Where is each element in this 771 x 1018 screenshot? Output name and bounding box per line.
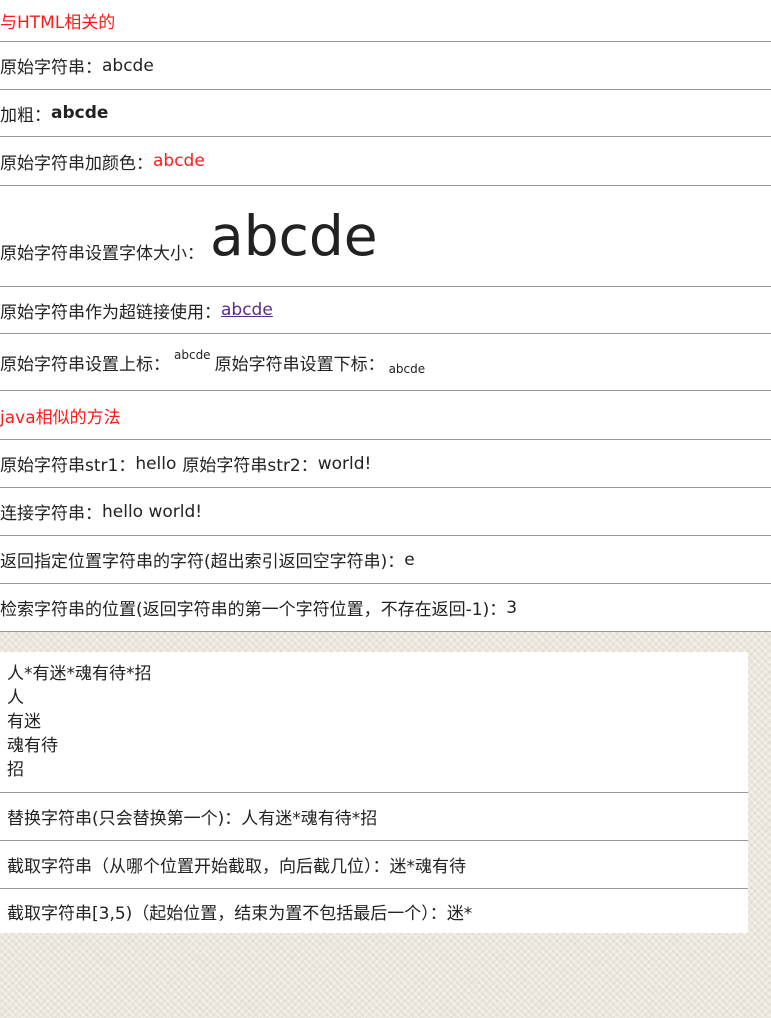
substr-label: 截取字符串（从哪个位置开始截取，向后截几位）：	[7, 857, 390, 877]
str2-value: world!	[317, 453, 372, 474]
bold-row: 加粗： abcde	[0, 90, 771, 137]
abcde-link[interactable]: abcde	[221, 300, 273, 320]
html-section-heading-text: 与HTML相关的	[0, 13, 116, 33]
bold-value: abcde	[51, 103, 109, 123]
sup-value: abcde	[174, 348, 211, 362]
substring-row: 截取字符串[3,5)（起始位置，结束为置不包括最后一个）： 迷*	[0, 889, 748, 933]
replace-label: 替换字符串(只会替换第一个)：	[7, 809, 242, 829]
str2-label: 原始字符串str2：	[182, 456, 318, 476]
sub-label: 原始字符串设置下标：	[214, 354, 385, 375]
color-label: 原始字符串加颜色：	[0, 153, 153, 174]
split-line-original: 人*有迷*魂有待*招	[7, 664, 152, 684]
charat-row: 返回指定位置字符串的字符(超出索引返回空字符串)： e	[0, 536, 771, 584]
font-size-row: 原始字符串设置字体大小： abcde	[0, 186, 771, 287]
java-section-heading: java相似的方法	[0, 391, 771, 440]
concat-label: 连接字符串：	[0, 504, 102, 524]
str1-str2-row: 原始字符串str1： hello 原始字符串str2： world!	[0, 440, 771, 488]
html-section-heading: 与HTML相关的	[0, 0, 771, 42]
split-methods-panel: 人*有迷*魂有待*招 人 有迷 魂有待 招 替换字符串(只会替换第一个)： 人有…	[0, 652, 748, 933]
color-row: 原始字符串加颜色： abcde	[0, 137, 771, 186]
concat-row: 连接字符串： hello world!	[0, 488, 771, 536]
str1-value: hello	[135, 453, 177, 474]
replace-value: 人有迷*魂有待*招	[241, 809, 378, 829]
original-string-value: abcde	[102, 55, 154, 76]
split-line-2: 有迷	[7, 712, 41, 732]
concat-value: hello world!	[102, 501, 203, 522]
font-size-value: abcde	[210, 204, 378, 268]
sup-sub-row: 原始字符串设置上标： abcde 原始字符串设置下标： abcde	[0, 334, 771, 391]
split-line-4: 招	[7, 760, 24, 780]
substring-value: 迷*	[446, 903, 473, 924]
original-string-row: 原始字符串： abcde	[0, 42, 771, 90]
bold-label: 加粗：	[0, 105, 51, 126]
link-label: 原始字符串作为超链接使用：	[0, 302, 221, 323]
color-value: abcde	[153, 151, 205, 171]
indexof-label: 检索字符串的位置(返回字符串的第一个字符位置，不存在返回-1)：	[0, 600, 507, 620]
sup-label: 原始字符串设置上标：	[0, 354, 170, 375]
split-output: 人*有迷*魂有待*招 人 有迷 魂有待 招	[0, 652, 748, 793]
indexof-row: 检索字符串的位置(返回字符串的第一个字符位置，不存在返回-1)： 3	[0, 584, 771, 632]
original-string-label: 原始字符串：	[0, 58, 102, 78]
charat-value: e	[404, 549, 415, 570]
substr-value: 迷*魂有待	[389, 857, 467, 877]
split-line-1: 人	[7, 688, 24, 708]
split-line-3: 魂有待	[7, 736, 58, 756]
indexof-value: 3	[506, 597, 518, 618]
java-section-heading-text: java相似的方法	[0, 407, 121, 428]
str1-label: 原始字符串str1：	[0, 456, 136, 476]
sub-value: abcde	[388, 362, 426, 376]
replace-row: 替换字符串(只会替换第一个)： 人有迷*魂有待*招	[0, 793, 748, 841]
html-methods-panel: 与HTML相关的 原始字符串： abcde 加粗： abcde 原始字符串加颜色…	[0, 0, 771, 632]
font-size-label: 原始字符串设置字体大小：	[0, 244, 204, 264]
link-row: 原始字符串作为超链接使用： abcde	[0, 287, 771, 334]
charat-label: 返回指定位置字符串的字符(超出索引返回空字符串)：	[0, 552, 405, 572]
substr-row: 截取字符串（从哪个位置开始截取，向后截几位）： 迷*魂有待	[0, 841, 748, 889]
substring-label: 截取字符串[3,5)（起始位置，结束为置不包括最后一个）：	[7, 903, 447, 924]
